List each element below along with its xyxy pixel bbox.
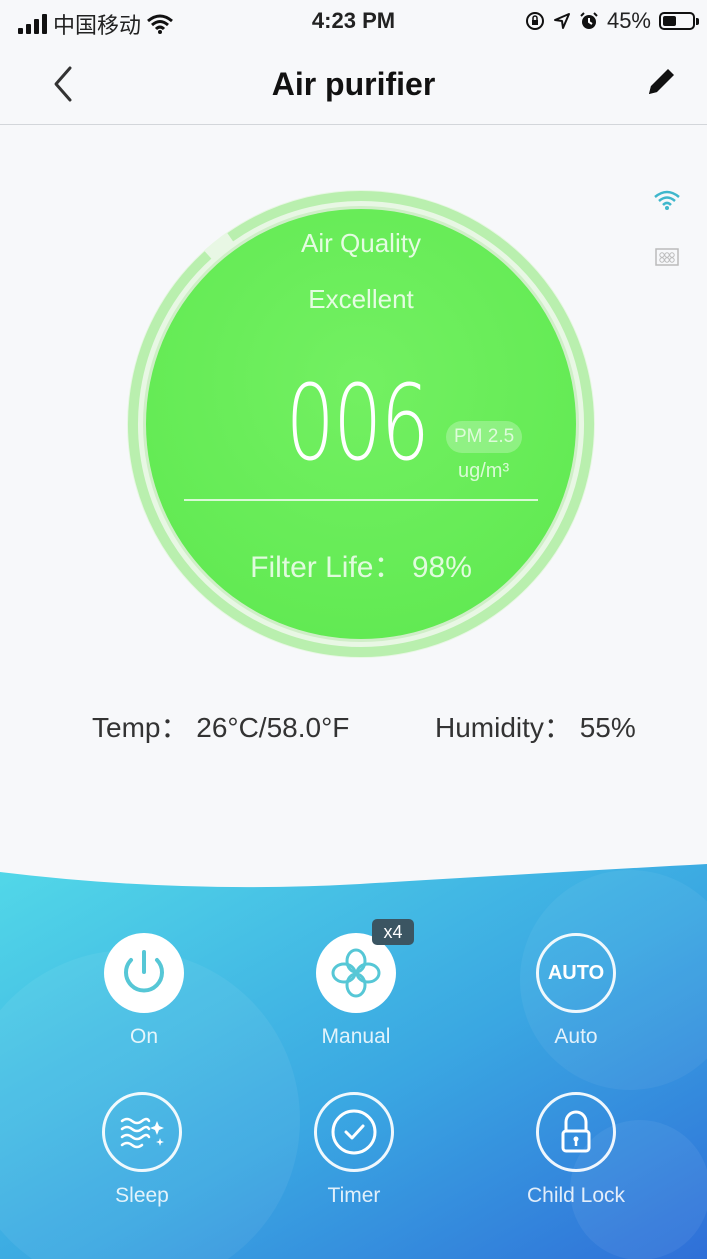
power-button[interactable]: On [64, 933, 224, 1049]
status-bar: 中国移动 4:23 PM 45% [0, 0, 707, 46]
edit-button[interactable] [643, 64, 679, 100]
location-icon [553, 13, 570, 29]
pm25-badge: PM 2.5 [446, 421, 523, 453]
lock-icon [561, 1110, 591, 1153]
filter-icon [655, 248, 679, 266]
auto-mode-button[interactable]: AUTO Auto [496, 933, 656, 1049]
child-lock-circle[interactable] [536, 1092, 616, 1172]
timer-circle[interactable] [314, 1092, 394, 1172]
manual-circle[interactable]: x4 [316, 919, 414, 1013]
sleep-button[interactable]: Sleep [62, 1092, 222, 1208]
pm25-value: 006 [285, 362, 430, 484]
control-panel: On x4 Manual AUTO Auto Sleep Timer Child… [0, 860, 707, 1259]
page-title: Air purifier [271, 66, 436, 102]
orientation-lock-icon [525, 12, 544, 30]
filter-life-text: Filter Life： 98% [250, 551, 472, 584]
air-quality-status: Excellent [308, 284, 414, 314]
battery-icon [659, 12, 699, 30]
child-lock-button[interactable]: Child Lock [496, 1092, 656, 1208]
power-icon [124, 950, 164, 993]
battery-fill [663, 16, 676, 26]
fan-speed-badge: x4 [372, 919, 414, 945]
air-quality-gauge: Air Quality Excellent 006 PM 2.5 ug/m³ F… [121, 190, 601, 658]
manual-label: Manual [321, 1025, 391, 1048]
child-lock-label: Child Lock [526, 1184, 626, 1207]
auto-circle[interactable]: AUTO [536, 933, 616, 1013]
air-quality-label: Air Quality [301, 228, 421, 258]
temperature-reading: Temp： 26°C/58.0°F [92, 712, 350, 743]
humidity-reading: Humidity： 55% [435, 712, 636, 743]
auto-icon: AUTO [547, 962, 605, 984]
timer-label: Timer [327, 1184, 381, 1207]
alarm-icon [580, 12, 598, 29]
clock-icon [331, 1109, 377, 1155]
sleep-icon [120, 1117, 164, 1149]
sleep-circle[interactable] [102, 1092, 182, 1172]
sleep-label: Sleep [115, 1184, 169, 1207]
navigation-bar: Air purifier [0, 46, 707, 125]
battery-percent: 45% [606, 8, 651, 33]
power-circle[interactable] [104, 933, 184, 1013]
auto-label: Auto [554, 1025, 598, 1048]
manual-mode-button[interactable]: x4 Manual [276, 919, 436, 1049]
status-right: 45% [525, 8, 699, 34]
timer-button[interactable]: Timer [274, 1092, 434, 1208]
device-wifi-icon [654, 190, 680, 210]
pm25-unit: ug/m³ [458, 460, 510, 482]
power-label: On [129, 1025, 158, 1048]
pencil-icon [649, 69, 674, 94]
fan-icon [331, 948, 381, 998]
